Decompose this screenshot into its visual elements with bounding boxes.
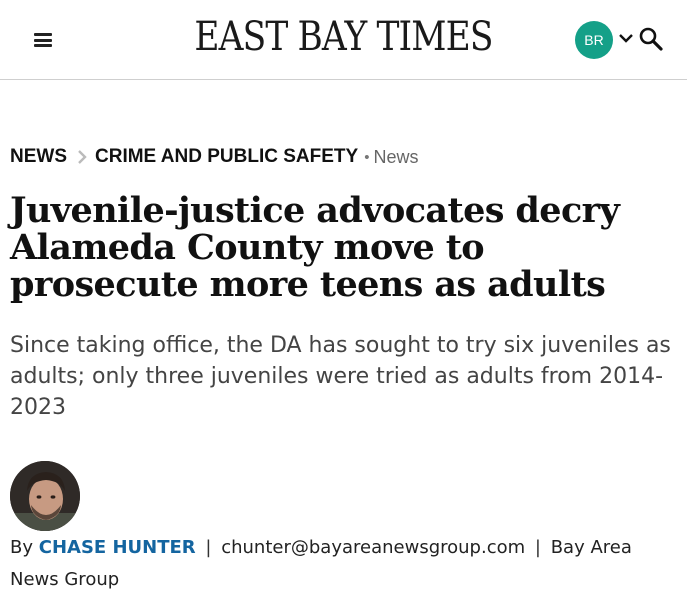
chevron-right-icon [78,150,87,164]
breadcrumb-crime-link[interactable]: CRIME AND PUBLIC SAFETY [95,146,358,168]
account-avatar-button[interactable]: BR [575,21,613,59]
site-header: EAST BAY TIMES BR [0,0,687,80]
byline-separator: | [205,537,212,558]
article-category: News [373,146,419,167]
chevron-down-icon[interactable] [618,31,634,45]
article-byline: By CHASE HUNTER | chunter@bayareanewsgro… [10,532,670,596]
author-name-link[interactable]: CHASE HUNTER [39,537,196,558]
byline-separator: | [534,537,541,558]
author-portrait-image [10,461,80,531]
search-icon[interactable] [638,26,664,52]
site-masthead[interactable]: EAST BAY TIMES [48,14,639,60]
article-headline: Juvenile-justice advocates decry Alameda… [10,190,620,305]
author-email[interactable]: chunter@bayareanewsgroup.com [221,537,525,558]
breadcrumb: NEWS CRIME AND PUBLIC SAFETY • News [10,144,418,170]
breadcrumb-news-link[interactable]: NEWS [10,146,67,168]
breadcrumb-dot: • [364,148,370,166]
article-subheadline: Since taking office, the DA has sought t… [10,333,671,420]
byline-prefix: By [10,537,34,558]
author-avatar [10,461,80,531]
